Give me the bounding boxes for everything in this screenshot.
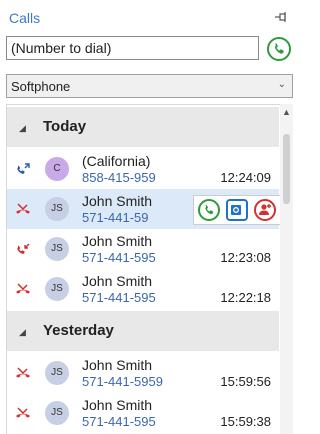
caller-number[interactable]: 858-415-959 <box>82 170 156 185</box>
collapse-triangle-icon: ◢ <box>19 123 26 133</box>
caller-number[interactable]: 571-441-59 <box>82 210 149 225</box>
call-row[interactable]: JS John Smith 571-441-595 15:59:38 <box>7 393 279 433</box>
call-time: 15:59:38 <box>220 414 271 429</box>
group-label: Yesterday <box>43 322 114 339</box>
group-header-today[interactable]: ◢ Today <box>7 107 279 147</box>
collapse-triangle-icon: ◢ <box>19 327 26 337</box>
call-time: 12:23:08 <box>220 250 271 265</box>
caller-name: (California) <box>82 153 151 169</box>
add-contact-icon <box>259 204 271 215</box>
list-scrollbar[interactable]: ▲ <box>280 104 293 434</box>
call-time: 12:24:09 <box>220 170 271 185</box>
call-row[interactable]: JS John Smith 571-441-595 12:23:08 <box>7 229 279 269</box>
missed-incoming-call-icon <box>15 241 31 257</box>
avatar: JS <box>45 237 69 261</box>
missed-call-icon <box>15 281 31 297</box>
phone-icon <box>274 43 284 54</box>
call-row[interactable]: JS John Smith 571-441-595 12:22:18 <box>7 269 279 309</box>
scroll-up-icon[interactable]: ▲ <box>282 107 291 117</box>
call-time: 15:59:56 <box>220 374 271 389</box>
caller-name: John Smith <box>82 273 153 289</box>
chevron-down-icon: ⌄ <box>277 79 286 90</box>
dial-field[interactable] <box>7 37 258 59</box>
avatar: JS <box>45 197 69 221</box>
caller-name: John Smith <box>82 193 153 209</box>
avatar: C <box>45 157 69 181</box>
missed-call-icon <box>15 201 31 217</box>
call-row[interactable]: JS John Smith 571-441-5959 15:59:56 <box>7 353 279 393</box>
outlook-button[interactable] <box>226 199 248 221</box>
phone-icon <box>205 204 214 215</box>
avatar: JS <box>45 361 69 385</box>
call-row[interactable]: C (California) 858-415-959 12:24:09 <box>7 149 279 189</box>
number-to-dial-input[interactable] <box>6 36 259 60</box>
pin-icon[interactable] <box>275 12 287 25</box>
missed-call-icon <box>15 365 31 381</box>
group-header-yesterday[interactable]: ◢ Yesterday <box>7 311 279 351</box>
row-actions <box>193 195 283 225</box>
title-bar: Calls <box>0 0 295 34</box>
group-label: Today <box>43 118 87 135</box>
call-time: 12:22:18 <box>220 290 271 305</box>
caller-name: John Smith <box>82 357 153 373</box>
caller-name: John Smith <box>82 233 153 249</box>
panel-title: Calls <box>9 10 41 26</box>
avatar: JS <box>45 401 69 425</box>
mode-select[interactable]: Softphone ⌄ <box>6 74 293 98</box>
caller-number[interactable]: 571-441-5959 <box>82 374 163 389</box>
call-row-selected[interactable]: JS John Smith 571-441-59 <box>7 189 283 229</box>
mode-select-value: Softphone <box>11 79 71 94</box>
missed-call-icon <box>15 405 31 421</box>
caller-number[interactable]: 571-441-595 <box>82 414 156 429</box>
add-contact-button[interactable] <box>254 199 276 221</box>
scrollbar-thumb[interactable] <box>283 134 290 204</box>
caller-number[interactable]: 571-441-595 <box>82 290 156 305</box>
caller-number[interactable]: 571-441-595 <box>82 250 156 265</box>
outlook-icon <box>231 205 241 215</box>
call-back-button[interactable] <box>198 199 220 221</box>
dial-call-button[interactable] <box>267 37 291 61</box>
call-history-list: ◢ Today C (California) 858-415-959 12:24… <box>6 104 293 434</box>
outgoing-call-icon <box>15 161 31 177</box>
caller-name: John Smith <box>82 397 153 413</box>
avatar: JS <box>45 277 69 301</box>
